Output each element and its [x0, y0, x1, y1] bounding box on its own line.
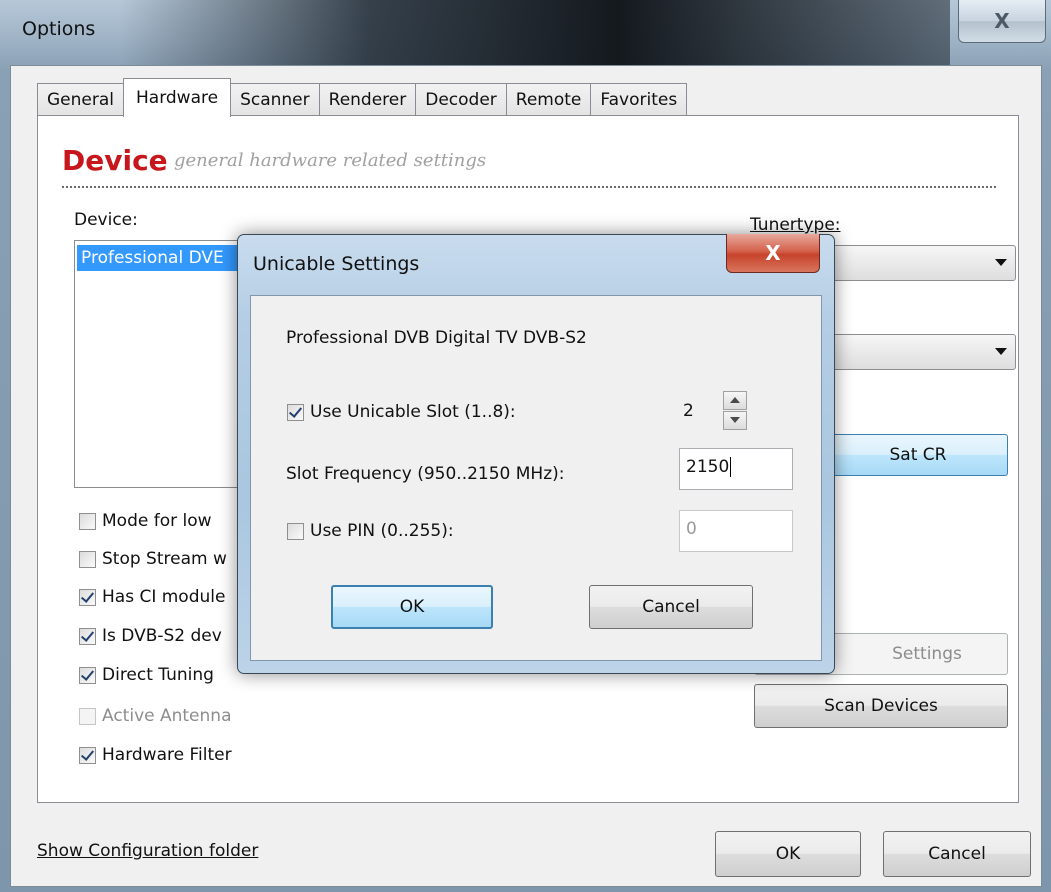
window-close-button[interactable]: X	[958, 0, 1046, 43]
checkbox-label: Mode for low	[102, 511, 212, 531]
unicable-cancel-label: Cancel	[642, 597, 700, 617]
ok-button[interactable]: OK	[715, 831, 861, 877]
slot-frequency-label: Slot Frequency (950..2150 MHz):	[286, 464, 565, 484]
checkbox-label: Use Unicable Slot (1..8):	[310, 402, 516, 422]
section-divider	[62, 186, 996, 188]
tunertype-label: Tunertype:	[750, 215, 841, 235]
sat-cr-button-label: Sat CR	[889, 445, 947, 465]
checkbox-mode-low[interactable]: Mode for low	[79, 511, 212, 531]
close-icon: X	[765, 241, 781, 265]
checkbox-label: Direct Tuning	[102, 665, 214, 685]
checkbox-label: Has CI module	[102, 587, 226, 607]
checkbox-direct-tuning[interactable]: Direct Tuning	[79, 665, 214, 685]
checkbox-stop-stream[interactable]: Stop Stream w	[79, 549, 227, 569]
section-title: Device	[62, 144, 168, 177]
checkbox-label: Use PIN (0..255):	[310, 521, 454, 541]
pin-input[interactable]: 0	[679, 510, 793, 552]
cancel-button-label: Cancel	[928, 844, 986, 864]
sat-cr-button[interactable]: Sat CR	[828, 434, 1008, 476]
ok-button-label: OK	[775, 844, 801, 864]
window-title: Options	[22, 18, 96, 40]
spin-up-icon[interactable]	[723, 391, 747, 410]
scan-devices-button-label: Scan Devices	[824, 696, 938, 716]
checkbox-label: Stop Stream w	[102, 549, 227, 569]
tab-strip: General Hardware Scanner Renderer Decode…	[37, 78, 688, 117]
slot-spinner	[723, 391, 747, 430]
tunertype-combo[interactable]	[814, 245, 1016, 281]
cancel-button[interactable]: Cancel	[883, 831, 1031, 877]
text-caret	[730, 457, 732, 477]
use-pin-checkbox[interactable]: Use PIN (0..255):	[287, 521, 454, 541]
tab-favorites[interactable]: Favorites	[590, 83, 688, 116]
tab-scanner[interactable]: Scanner	[230, 83, 320, 116]
checkbox-active-antenna[interactable]: Active Antenna	[79, 706, 231, 726]
spin-down-icon[interactable]	[723, 411, 747, 430]
unicable-close-button[interactable]: X	[726, 234, 820, 273]
checkbox-box[interactable]	[79, 627, 96, 645]
slot-frequency-input[interactable]: 2150	[679, 448, 793, 490]
checkbox-box[interactable]	[79, 550, 96, 568]
unicable-cancel-button[interactable]: Cancel	[589, 585, 753, 629]
device-label: Device:	[74, 210, 138, 230]
checkbox-label: Is DVB-S2 dev	[102, 626, 222, 646]
titlebar-shade	[120, 0, 950, 70]
checkbox-hardware-filter[interactable]: Hardware Filter	[79, 745, 232, 765]
unicable-ok-button[interactable]: OK	[331, 585, 493, 629]
unicable-dialog-title: Unicable Settings	[253, 253, 420, 275]
slot-frequency-value: 2150	[686, 457, 730, 477]
tab-renderer[interactable]: Renderer	[318, 83, 417, 116]
chevron-down-icon	[995, 259, 1007, 266]
show-config-folder-link[interactable]: Show Configuration folder	[37, 841, 258, 861]
checkbox-box[interactable]	[79, 588, 96, 606]
checkbox-box[interactable]	[287, 403, 304, 421]
tab-general[interactable]: General	[37, 83, 124, 116]
checkbox-is-dvb-s2[interactable]: Is DVB-S2 dev	[79, 626, 222, 646]
checkbox-box[interactable]	[79, 707, 96, 725]
checkbox-label: Hardware Filter	[102, 745, 232, 765]
checkbox-has-ci-module[interactable]: Has CI module	[79, 587, 225, 607]
tab-remote[interactable]: Remote	[505, 83, 592, 116]
unicable-device-name: Professional DVB Digital TV DVB-S2	[286, 328, 587, 348]
scan-devices-button[interactable]: Scan Devices	[754, 684, 1008, 728]
chevron-down-icon	[995, 348, 1007, 355]
section-subtitle: general hardware related settings	[174, 150, 487, 171]
tab-decoder[interactable]: Decoder	[415, 83, 507, 116]
secondary-combo[interactable]	[814, 334, 1016, 370]
unicable-dialog: Unicable Settings X Professional DVB Dig…	[237, 234, 835, 674]
use-unicable-slot-checkbox[interactable]: Use Unicable Slot (1..8):	[287, 402, 516, 422]
close-icon: X	[994, 9, 1010, 33]
checkbox-box[interactable]	[79, 666, 96, 684]
checkbox-box[interactable]	[287, 522, 304, 540]
unicable-dialog-body: Professional DVB Digital TV DVB-S2 Use U…	[250, 295, 822, 661]
checkbox-box[interactable]	[79, 512, 96, 530]
unicable-ok-label: OK	[399, 597, 425, 617]
checkbox-box[interactable]	[79, 746, 96, 764]
tab-hardware[interactable]: Hardware	[123, 78, 232, 117]
checkbox-label: Active Antenna	[102, 706, 232, 726]
